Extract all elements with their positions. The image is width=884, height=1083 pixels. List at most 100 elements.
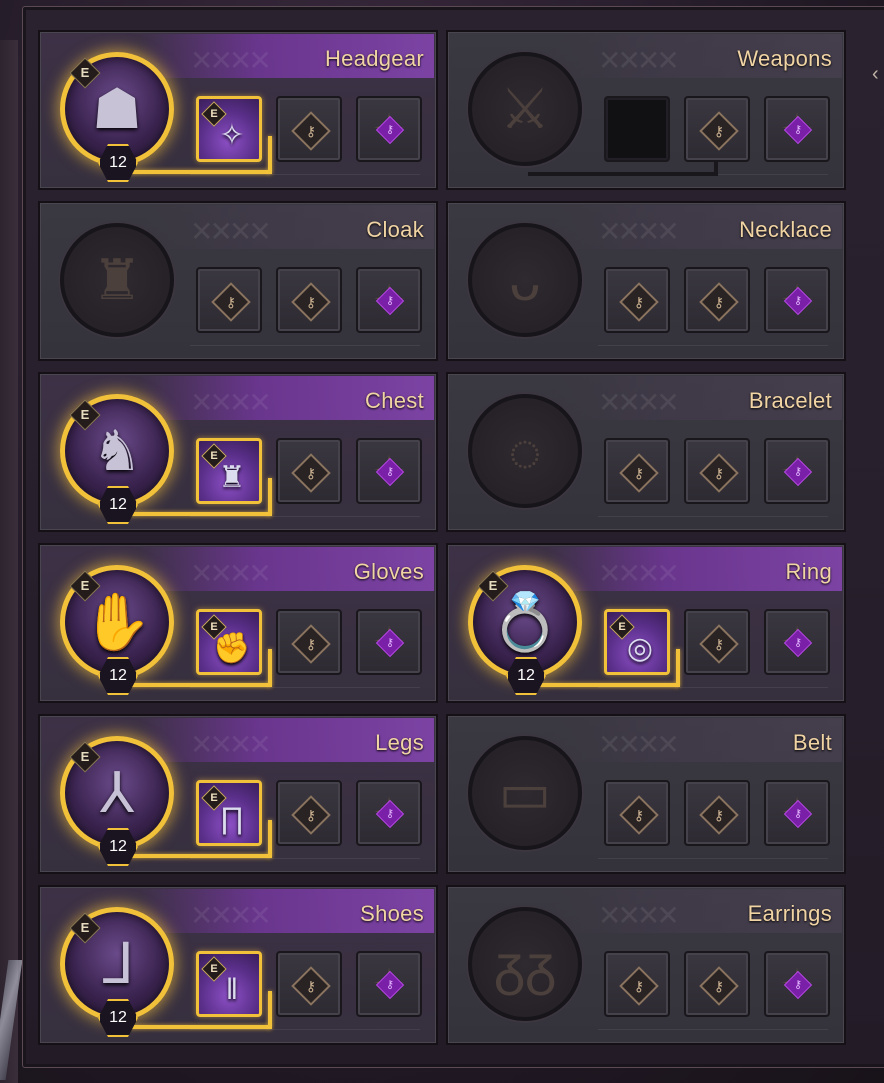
keyhole-lock-icon: ⚷ bbox=[291, 453, 331, 493]
slot-title: Cloak bbox=[366, 217, 424, 242]
slot-track bbox=[190, 1029, 420, 1036]
ornament-pattern: ✕✕✕✕ bbox=[598, 900, 680, 931]
empty-item-slot[interactable] bbox=[604, 96, 670, 162]
side-decoration bbox=[0, 40, 18, 1083]
locked-slot[interactable]: ⚷ bbox=[276, 438, 342, 504]
slot-title: Necklace bbox=[739, 217, 832, 242]
collapse-arrow-icon[interactable]: ‹ bbox=[872, 64, 884, 84]
equipped-item-slot[interactable]: ♜ E bbox=[196, 438, 262, 504]
main-equipment-slot[interactable]: ▭ bbox=[468, 736, 582, 850]
level-connector-up bbox=[268, 991, 272, 1029]
keyhole-lock-icon: ⚷ bbox=[619, 795, 659, 835]
special-slot[interactable]: ✦⚷ bbox=[764, 609, 830, 675]
main-equipment-slot[interactable]: ᵹᵹ bbox=[468, 907, 582, 1021]
slot-track bbox=[598, 687, 828, 694]
special-slot[interactable]: ✦⚷ bbox=[356, 780, 422, 846]
level-connector bbox=[130, 512, 270, 516]
keyhole-lock-icon: ⚷ bbox=[291, 282, 331, 322]
slot-title: Weapons bbox=[737, 46, 832, 71]
level-connector-up bbox=[268, 820, 272, 858]
locked-slot[interactable]: ⚷ bbox=[604, 951, 670, 1017]
slot-title: Legs bbox=[375, 730, 424, 755]
slot-necklace[interactable]: ✕✕✕✕ Necklace ᴗ ⚷ ⚷ ✦⚷ bbox=[446, 201, 846, 361]
slot-track bbox=[190, 345, 420, 352]
ornament-pattern: ✕✕✕✕ bbox=[190, 387, 272, 418]
special-slot[interactable]: ✦⚷ bbox=[764, 780, 830, 846]
keyhole-lock-icon: ⚷ bbox=[699, 111, 739, 151]
keyhole-lock-icon: ⚷ bbox=[699, 795, 739, 835]
level-connector bbox=[130, 1025, 270, 1029]
special-slot[interactable]: ✦⚷ bbox=[356, 96, 422, 162]
locked-slot[interactable]: ⚷ bbox=[684, 951, 750, 1017]
slot-track bbox=[190, 858, 420, 865]
equipped-item-slot[interactable]: ✧ E bbox=[196, 96, 262, 162]
locked-slot[interactable]: ⚷ bbox=[276, 609, 342, 675]
special-slot[interactable]: ✦⚷ bbox=[356, 438, 422, 504]
main-equipment-slot[interactable]: ᴗ bbox=[468, 223, 582, 337]
keyhole-lock-icon: ⚷ bbox=[619, 282, 659, 322]
slot-track bbox=[190, 174, 420, 181]
slot-title: Bracelet bbox=[748, 388, 832, 413]
locked-slot[interactable]: ⚷ bbox=[684, 609, 750, 675]
slot-gloves[interactable]: ✕✕✕✕Gloves✋E12✊E⚷✦⚷ bbox=[38, 543, 438, 703]
special-slot[interactable]: ✦⚷ bbox=[356, 609, 422, 675]
slot-headgear[interactable]: ✕✕✕✕Headgear☗E12✧E⚷✦⚷ bbox=[38, 30, 438, 190]
locked-slot[interactable]: ⚷ bbox=[604, 438, 670, 504]
main-equipment-slot[interactable]: ⚔ bbox=[468, 52, 582, 166]
slot-title: Ring bbox=[785, 559, 832, 584]
slot-shoes[interactable]: ✕✕✕✕ShoesᒧE12ǁE⚷✦⚷ bbox=[38, 885, 438, 1045]
slot-title: Headgear bbox=[324, 46, 424, 71]
bracelet-icon: ◌ bbox=[508, 419, 542, 483]
locked-slot[interactable]: ⚷ bbox=[604, 780, 670, 846]
keyhole-lock-icon: ⚷ bbox=[699, 966, 739, 1006]
slot-track bbox=[598, 858, 828, 865]
slot-title: Belt bbox=[792, 730, 832, 755]
special-slot[interactable]: ✦⚷ bbox=[764, 951, 830, 1017]
slot-ring[interactable]: ✕✕✕✕Ring💍E12◎E⚷✦⚷ bbox=[446, 543, 846, 703]
ornament-pattern: ✕✕✕✕ bbox=[598, 729, 680, 760]
special-slot[interactable]: ✦⚷ bbox=[356, 951, 422, 1017]
slot-legs[interactable]: ✕✕✕✕Legs⅄E12∏E⚷✦⚷ bbox=[38, 714, 438, 874]
equipped-item-slot[interactable]: ✊ E bbox=[196, 609, 262, 675]
locked-slot[interactable]: ⚷ bbox=[276, 96, 342, 162]
slot-title: Gloves bbox=[353, 559, 424, 584]
level-connector-up bbox=[676, 649, 680, 687]
slot-earrings[interactable]: ✕✕✕✕ Earrings ᵹᵹ ⚷ ⚷ ✦⚷ bbox=[446, 885, 846, 1045]
locked-slot[interactable]: ⚷ bbox=[684, 96, 750, 162]
special-slot[interactable]: ✦⚷ bbox=[764, 267, 830, 333]
slot-track bbox=[598, 345, 828, 352]
locked-slot[interactable]: ⚷ bbox=[276, 267, 342, 333]
ornament-pattern: ✕✕✕✕ bbox=[190, 900, 272, 931]
main-equipment-slot[interactable]: ♜ bbox=[60, 223, 174, 337]
keyhole-lock-icon: ⚷ bbox=[291, 624, 331, 664]
level-connector bbox=[538, 683, 678, 687]
special-slot[interactable]: ✦⚷ bbox=[356, 267, 422, 333]
keyhole-lock-icon: ⚷ bbox=[699, 282, 739, 322]
slot-cloak[interactable]: ✕✕✕✕ Cloak ♜ ⚷ ⚷ ✦⚷ bbox=[38, 201, 438, 361]
equipped-item-slot[interactable]: ǁE bbox=[196, 951, 262, 1017]
slot-bracelet[interactable]: ✕✕✕✕ Bracelet ◌ ⚷ ⚷ ✦⚷ bbox=[446, 372, 846, 532]
level-connector-up bbox=[268, 136, 272, 174]
keyhole-lock-icon: ⚷ bbox=[699, 624, 739, 664]
locked-slot[interactable]: ⚷ bbox=[604, 267, 670, 333]
ornament-pattern: ✕✕✕✕ bbox=[598, 558, 680, 589]
crossed-daggers-icon: ⚔ bbox=[499, 77, 551, 140]
locked-slot[interactable]: ⚷ bbox=[276, 951, 342, 1017]
main-equipment-slot[interactable]: ◌ bbox=[468, 394, 582, 508]
special-slot[interactable]: ✦⚷ bbox=[764, 96, 830, 162]
belt-icon: ▭ bbox=[498, 761, 552, 824]
locked-slot[interactable]: ⚷ bbox=[684, 267, 750, 333]
special-slot[interactable]: ✦⚷ bbox=[764, 438, 830, 504]
ornament-pattern: ✕✕✕✕ bbox=[598, 387, 680, 418]
ornament-pattern: ✕✕✕✕ bbox=[190, 729, 272, 760]
slot-belt[interactable]: ✕✕✕✕ Belt ▭ ⚷ ⚷ ✦⚷ bbox=[446, 714, 846, 874]
locked-slot[interactable]: ⚷ bbox=[684, 438, 750, 504]
slot-weapons[interactable]: ✕✕✕✕ Weapons ⚔ ⚷ ✦⚷ bbox=[446, 30, 846, 190]
slot-chest[interactable]: ✕✕✕✕Chest♞E12♜E⚷✦⚷ bbox=[38, 372, 438, 532]
slot-title: Shoes bbox=[360, 901, 424, 926]
locked-slot[interactable]: ⚷ bbox=[196, 267, 262, 333]
equipped-item-slot[interactable]: ◎ E bbox=[604, 609, 670, 675]
locked-slot[interactable]: ⚷ bbox=[684, 780, 750, 846]
locked-slot[interactable]: ⚷ bbox=[276, 780, 342, 846]
equipped-item-slot[interactable]: ∏ E bbox=[196, 780, 262, 846]
